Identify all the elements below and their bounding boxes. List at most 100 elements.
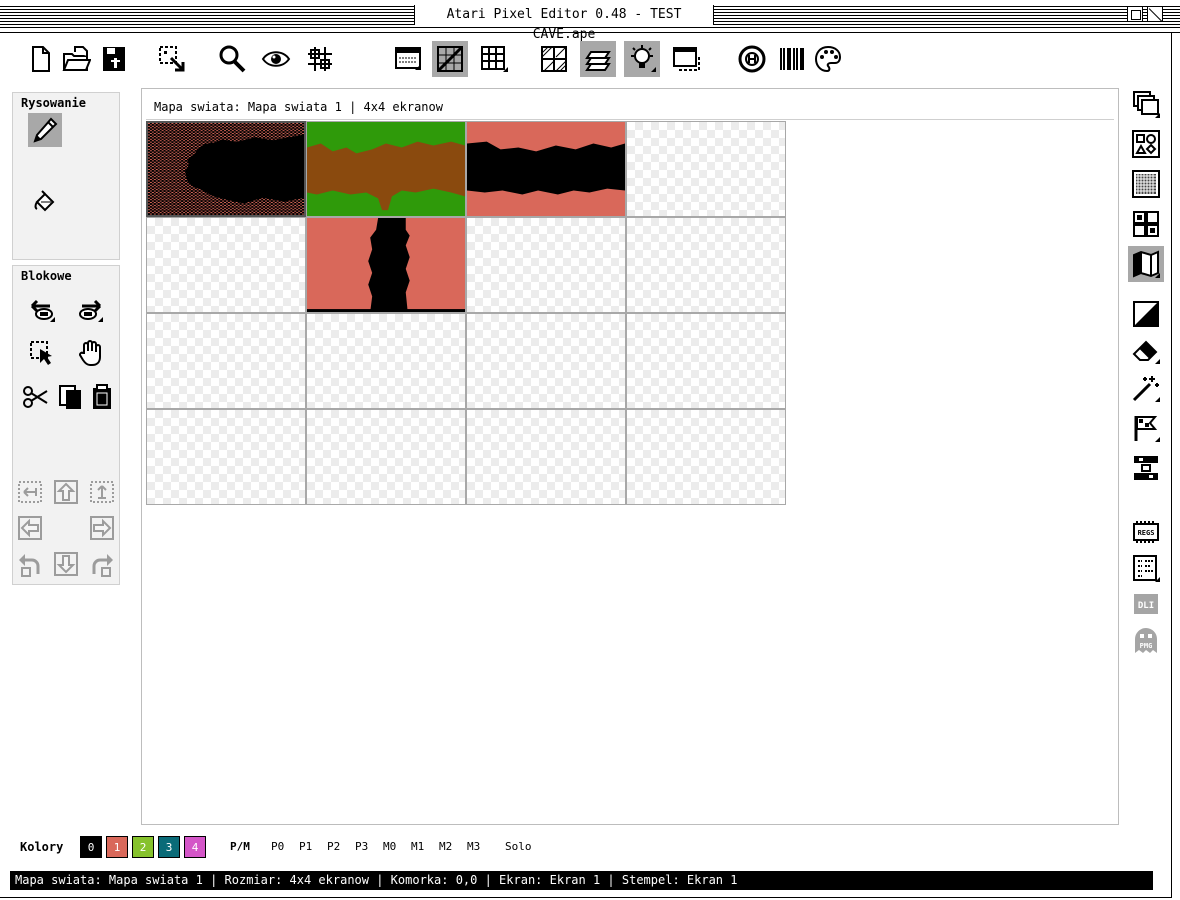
lightbulb-icon	[631, 45, 656, 72]
pm-p3[interactable]: P3	[355, 840, 368, 853]
pmg-button[interactable]: PMG	[1128, 622, 1164, 658]
shift-up-tool[interactable]	[49, 475, 83, 509]
pencil-tool[interactable]	[28, 113, 62, 147]
screen-thumbnail	[307, 218, 465, 312]
shift-left-tool[interactable]	[13, 511, 47, 545]
wrap-horizontal-icon	[18, 481, 42, 503]
screens-button[interactable]	[1128, 86, 1164, 122]
pm-m3[interactable]: M3	[467, 840, 480, 853]
color-swatch-3[interactable]: 3	[158, 836, 180, 858]
palette-icon	[814, 45, 842, 73]
pm-p0[interactable]: P0	[271, 840, 284, 853]
palette-button[interactable]	[810, 41, 846, 77]
title-bar-top-margin	[0, 0, 1180, 4]
zoom-button[interactable]	[214, 41, 250, 77]
help-button[interactable]	[734, 41, 770, 77]
map-cell-0-2[interactable]	[466, 121, 626, 217]
select-resize-button[interactable]	[154, 41, 190, 77]
close-button[interactable]	[1147, 6, 1163, 22]
color-swatch-2[interactable]: 2	[132, 836, 154, 858]
fill-background-button[interactable]	[1128, 296, 1164, 332]
grid-button[interactable]	[476, 41, 512, 77]
title-bar[interactable]: Atari Pixel Editor 0.48 - TEST CAVE.ape	[0, 0, 1180, 42]
crop-window-button[interactable]	[668, 41, 704, 77]
hand-icon	[79, 340, 101, 366]
layers-icon	[585, 51, 611, 71]
dli-icon: DLI	[1134, 594, 1158, 614]
pattern-button[interactable]	[302, 41, 338, 77]
display-list-button[interactable]	[1128, 550, 1164, 586]
select-arrow-icon	[30, 341, 52, 365]
save-icon	[103, 47, 125, 71]
hatched-grid-button[interactable]	[536, 41, 572, 77]
blocks-layout-icon	[1134, 456, 1158, 480]
solo-toggle[interactable]: Solo	[505, 840, 532, 853]
map-cell-1-0[interactable]	[146, 217, 306, 313]
restore-button[interactable]	[1127, 6, 1143, 22]
tiles-button[interactable]	[1128, 206, 1164, 242]
new-file-button[interactable]	[22, 41, 58, 77]
hatched-grid-icon	[541, 46, 567, 72]
rotate-left-tool[interactable]	[13, 547, 47, 581]
map-cell-3-2[interactable]	[466, 409, 626, 505]
preview-button[interactable]	[258, 41, 294, 77]
pm-p1[interactable]: P1	[299, 840, 312, 853]
flip-left-tool[interactable]	[25, 293, 59, 327]
world-map-grid[interactable]	[146, 121, 786, 505]
shift-wrap-vertical-tool[interactable]	[85, 475, 119, 509]
map-cell-3-0[interactable]	[146, 409, 306, 505]
world-map-button[interactable]	[1128, 246, 1164, 282]
magic-wand-button[interactable]	[1128, 370, 1164, 406]
fill-tool[interactable]	[28, 185, 62, 219]
map-cell-3-1[interactable]	[306, 409, 466, 505]
cut-tool[interactable]	[18, 380, 52, 414]
map-cell-2-1[interactable]	[306, 313, 466, 409]
pm-m2[interactable]: M2	[439, 840, 452, 853]
flip-right-tool[interactable]	[73, 293, 107, 327]
map-cell-1-3[interactable]	[626, 217, 786, 313]
rotate-right-tool[interactable]	[85, 547, 119, 581]
paste-tool[interactable]	[85, 380, 119, 414]
open-file-button[interactable]	[58, 41, 94, 77]
color-swatch-0[interactable]: 0	[80, 836, 102, 858]
color-swatch-4[interactable]: 4	[184, 836, 206, 858]
shift-wrap-horizontal-tool[interactable]	[13, 475, 47, 509]
pencil-icon	[33, 117, 58, 143]
map-cell-2-3[interactable]	[626, 313, 786, 409]
eraser-button[interactable]	[1128, 332, 1164, 368]
map-cell-2-2[interactable]	[466, 313, 626, 409]
hand-tool[interactable]	[73, 336, 107, 370]
svg-text:DLI: DLI	[1138, 601, 1154, 611]
shift-right-tool[interactable]	[85, 511, 119, 545]
screen-button[interactable]	[390, 41, 426, 77]
screen-thumbnail	[307, 122, 465, 216]
pm-m0[interactable]: M0	[383, 840, 396, 853]
map-cell-2-0[interactable]	[146, 313, 306, 409]
save-button[interactable]	[96, 41, 132, 77]
diagonal-grid-button[interactable]	[432, 41, 468, 77]
color-swatch-1[interactable]: 1	[106, 836, 128, 858]
map-header: Mapa swiata: Mapa swiata 1 | 4x4 ekranow	[154, 100, 443, 114]
map-cell-0-0[interactable]	[146, 121, 306, 217]
screen-window-icon	[395, 47, 421, 70]
highlight-button[interactable]	[624, 41, 660, 77]
map-cell-0-1[interactable]	[306, 121, 466, 217]
map-cell-1-2[interactable]	[466, 217, 626, 313]
shift-down-tool[interactable]	[49, 547, 83, 581]
registers-button[interactable]: REGS	[1128, 514, 1164, 550]
map-cell-1-1[interactable]	[306, 217, 466, 313]
dli-button[interactable]: DLI	[1128, 586, 1164, 622]
copy-tool[interactable]	[53, 380, 87, 414]
charset-button[interactable]	[1128, 166, 1164, 202]
pm-m1[interactable]: M1	[411, 840, 424, 853]
layout-blocks-button[interactable]	[1128, 450, 1164, 486]
barcode-button[interactable]	[774, 41, 810, 77]
pm-p2[interactable]: P2	[327, 840, 340, 853]
map-cell-3-3[interactable]	[626, 409, 786, 505]
marker-flag-button[interactable]	[1128, 410, 1164, 446]
layers-button[interactable]	[580, 41, 616, 77]
shapes-button[interactable]	[1128, 126, 1164, 162]
select-tool[interactable]	[25, 336, 59, 370]
magic-wand-icon	[1132, 376, 1160, 402]
map-cell-0-3[interactable]	[626, 121, 786, 217]
